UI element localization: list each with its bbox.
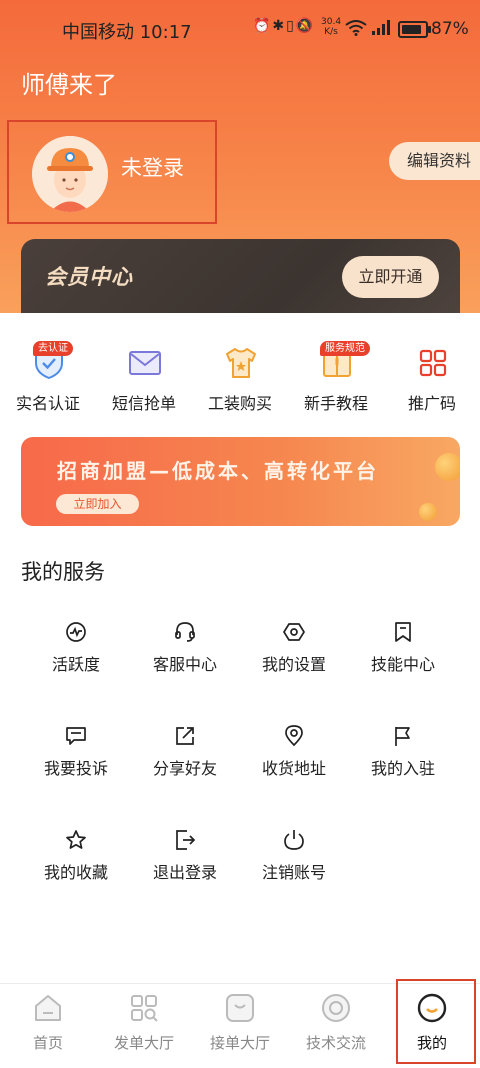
service-address[interactable]: 收货地址 — [239, 725, 349, 785]
service-complaint[interactable]: 我要投诉 — [21, 725, 131, 785]
home-icon — [35, 995, 61, 1021]
verify-tag-badge: 去认证 — [33, 341, 73, 356]
coin-decoration — [435, 453, 460, 481]
service-label: 我的入驻 — [370, 759, 435, 778]
qrcode-icon — [419, 349, 447, 377]
star-icon — [66, 830, 86, 849]
tab-label: 发单大厅 — [113, 1034, 174, 1052]
service-label: 我的收藏 — [43, 863, 108, 882]
tab-order-hall[interactable]: 接单大厅 — [192, 984, 288, 1068]
tshirt-icon — [226, 348, 256, 378]
tab-label: 技术交流 — [305, 1034, 366, 1052]
coin-decoration — [419, 503, 437, 521]
complaint-icon — [66, 727, 86, 745]
settings-hex-icon — [283, 623, 305, 641]
power-icon — [284, 830, 304, 850]
service-share[interactable]: 分享好友 — [130, 725, 240, 785]
location-icon — [285, 725, 303, 747]
quick-action-promo-code[interactable]: 推广码 — [384, 340, 480, 415]
quick-action-label: 实名认证 — [15, 394, 80, 413]
service-label: 分享好友 — [152, 759, 217, 778]
service-label: 收货地址 — [261, 759, 326, 778]
quick-action-sms[interactable]: 短信抢单 — [96, 340, 192, 415]
tab-tech-exchange[interactable]: 技术交流 — [288, 984, 384, 1068]
status-icons: ⏰✱▯🔕 — [253, 18, 316, 34]
tutorial-tag-badge: 服务规范 — [320, 341, 370, 356]
service-delete-account[interactable]: 注销账号 — [239, 829, 349, 889]
edit-profile-button[interactable]: 编辑资料 — [389, 142, 480, 180]
status-bar: 中国移动 10:17 ⏰✱▯🔕 30.4 K/s 87% — [0, 0, 480, 58]
bookmark-icon — [395, 622, 411, 642]
tab-post-hall[interactable]: 发单大厅 — [96, 984, 192, 1068]
service-skill-center[interactable]: 技能中心 — [348, 621, 458, 681]
activity-icon — [66, 622, 86, 642]
headset-icon — [175, 622, 195, 642]
service-settle-in[interactable]: 我的入驻 — [348, 725, 458, 785]
vip-title: 会员中心 — [45, 265, 133, 289]
envelope-icon — [129, 351, 161, 375]
carrier-time: 中国移动 10:17 — [62, 22, 192, 43]
service-label: 我的设置 — [261, 655, 326, 674]
quick-action-uniform[interactable]: 工装购买 — [192, 340, 288, 415]
service-favorites[interactable]: 我的收藏 — [21, 829, 131, 889]
service-activity[interactable]: 活跃度 — [21, 621, 131, 681]
target-icon — [322, 994, 350, 1022]
vip-open-button[interactable]: 立即开通 — [342, 256, 439, 298]
service-customer-center[interactable]: 客服中心 — [130, 621, 240, 681]
wifi-icon — [345, 20, 367, 36]
franchise-banner[interactable]: 招商加盟—低成本、高转化平台 立即加入 — [21, 437, 460, 526]
service-label: 注销账号 — [261, 863, 326, 882]
quick-action-label: 工装购买 — [207, 394, 272, 413]
service-label: 技能中心 — [370, 655, 435, 674]
services-title: 我的服务 — [21, 560, 105, 584]
service-label: 客服中心 — [152, 655, 217, 674]
battery-percent: 87% — [431, 19, 469, 39]
app-title: 师傅来了 — [21, 71, 117, 99]
quick-action-label: 短信抢单 — [111, 394, 176, 413]
tab-label: 接单大厅 — [209, 1034, 270, 1052]
quick-action-label: 新手教程 — [303, 394, 368, 413]
profile-highlight-box — [7, 120, 217, 224]
grid-search-icon — [131, 995, 158, 1022]
service-settings[interactable]: 我的设置 — [239, 621, 349, 681]
share-icon — [176, 727, 194, 745]
banner-title: 招商加盟—低成本、高转化平台 — [57, 459, 379, 483]
network-speed: 30.4 K/s — [321, 17, 342, 37]
service-label: 我要投诉 — [43, 759, 108, 778]
battery-icon — [398, 21, 431, 38]
active-tab-highlight-box — [396, 979, 476, 1064]
banner-join-button[interactable]: 立即加入 — [56, 494, 139, 514]
service-logout[interactable]: 退出登录 — [130, 829, 240, 889]
tab-home[interactable]: 首页 — [0, 984, 96, 1068]
flag-icon — [395, 727, 410, 746]
signal-icon — [372, 20, 390, 35]
quick-action-label: 推广码 — [407, 394, 456, 413]
tab-label: 首页 — [32, 1034, 63, 1052]
service-label: 退出登录 — [152, 863, 217, 882]
logout-icon — [176, 830, 196, 850]
service-label: 活跃度 — [51, 655, 100, 674]
inbox-icon — [226, 994, 254, 1022]
